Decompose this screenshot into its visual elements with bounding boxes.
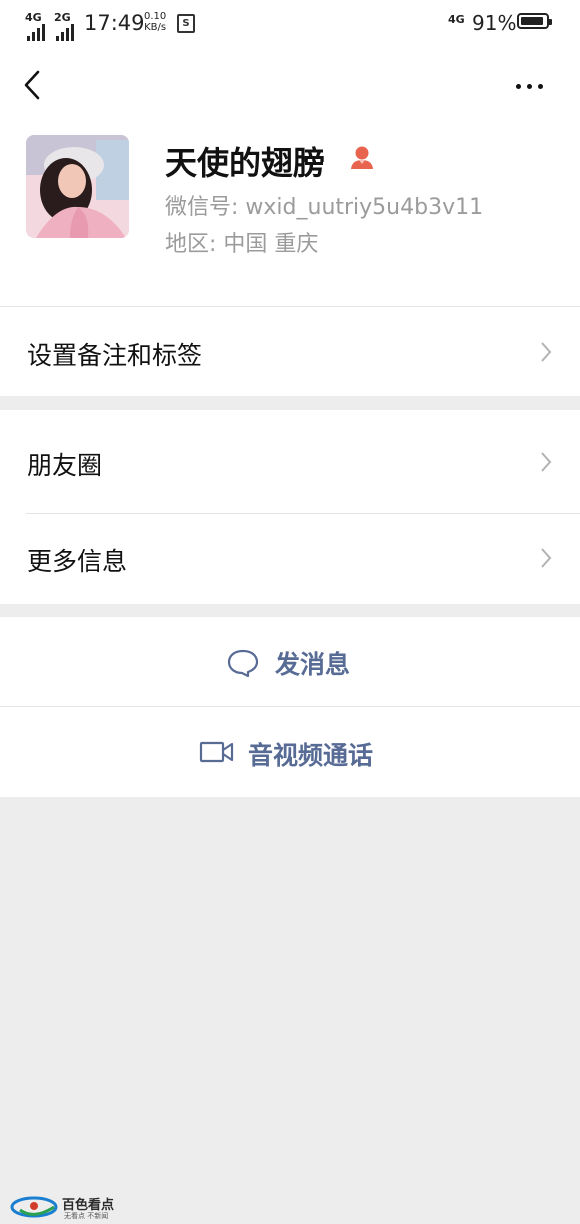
mobile-data-icon: 4G <box>448 13 465 26</box>
back-button[interactable] <box>18 68 52 102</box>
sim-card-icon: S <box>177 14 195 33</box>
profile-header: 天使的翅膀 微信号: wxid_uutriy5u4b3v11 地区: 中国 重庆 <box>0 46 580 306</box>
send-message-label: 发消息 <box>275 650 351 679</box>
network-type-label-2: 2G <box>54 11 71 24</box>
more-info-label: 更多信息 <box>27 547 128 576</box>
female-gender-icon <box>351 146 373 169</box>
nickname: 天使的翅膀 <box>165 144 326 182</box>
watermark-subtitle: 无看点 不新闻 <box>64 1212 109 1220</box>
send-message-button[interactable]: 发消息 <box>0 617 580 707</box>
video-camera-icon <box>199 741 234 763</box>
network-speed: 0.10 KB/s <box>144 11 166 33</box>
remark-tags-label: 设置备注和标签 <box>27 341 203 370</box>
avatar-image <box>26 135 129 238</box>
chevron-right-icon <box>541 342 552 362</box>
avatar[interactable] <box>26 135 129 238</box>
status-bar: 4G 2G 17:49 0.10 KB/s S 4G 91% <box>0 0 580 46</box>
network-type-label: 4G <box>25 11 42 24</box>
more-dots-icon <box>516 83 521 89</box>
more-options-button[interactable] <box>516 78 554 94</box>
remark-tags-row[interactable]: 设置备注和标签 <box>0 307 580 396</box>
signal-strength-icon <box>27 24 45 41</box>
wechat-id: 微信号: wxid_uutriy5u4b3v11 <box>165 195 484 220</box>
battery-icon <box>517 13 552 29</box>
video-call-button[interactable]: 音视频通话 <box>0 707 580 797</box>
video-call-label: 音视频通话 <box>248 741 374 770</box>
clock: 17:49 <box>84 11 145 35</box>
more-info-row[interactable]: 更多信息 <box>0 514 580 604</box>
speed-value: 0.10 <box>144 11 167 22</box>
profile-info-group: 朋友圈 更多信息 <box>0 410 580 604</box>
back-arrow-icon <box>24 70 40 100</box>
battery-fill <box>521 17 543 25</box>
chevron-right-icon <box>541 452 552 472</box>
speed-unit: KB/s <box>144 22 167 33</box>
battery-percent: 91% <box>472 11 517 35</box>
region: 地区: 中国 重庆 <box>165 232 319 257</box>
moments-row[interactable]: 朋友圈 <box>0 410 580 513</box>
signal-strength-icon-2 <box>56 24 74 41</box>
moments-label: 朋友圈 <box>27 451 103 480</box>
chevron-right-icon <box>541 548 552 568</box>
chat-bubble-icon <box>227 649 259 678</box>
